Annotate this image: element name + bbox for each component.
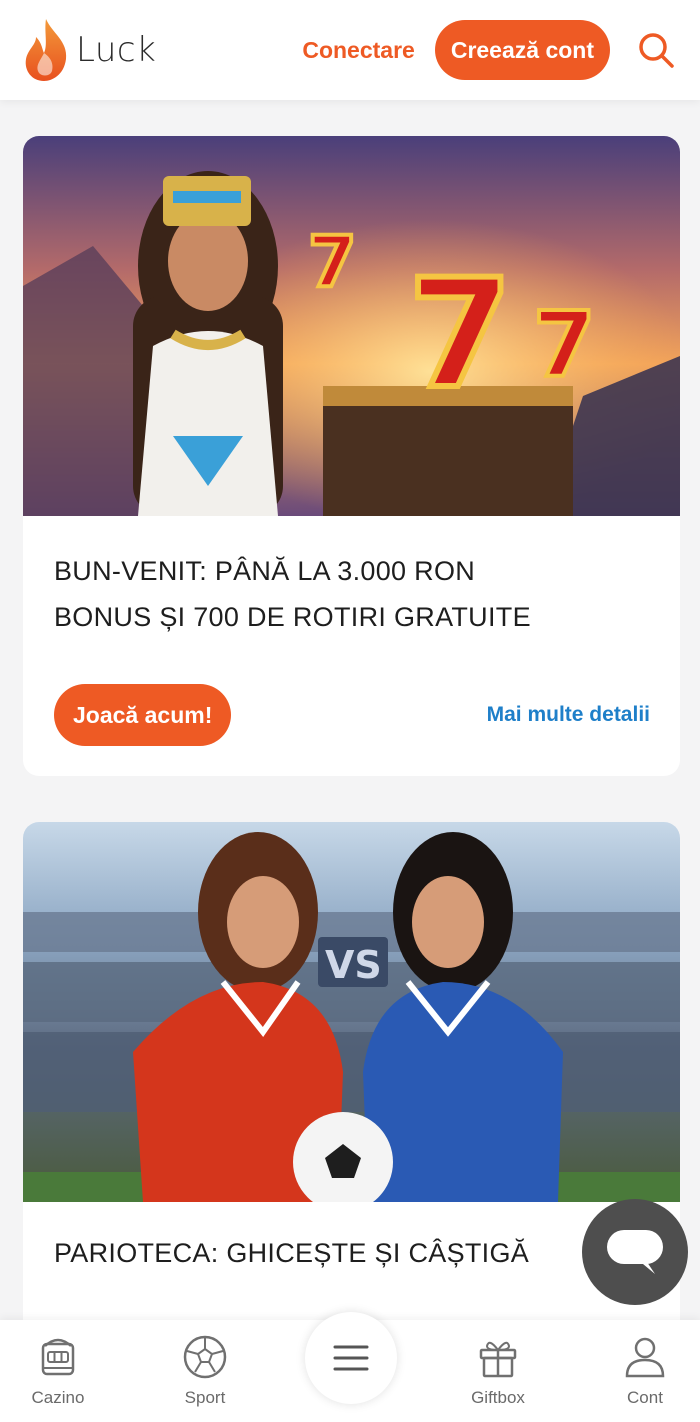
create-account-button[interactable]: Creează cont	[434, 20, 610, 80]
parioteca-card: VS PARIOTECA: GHICEȘTE ȘI CÂȘTIGĂ	[23, 822, 680, 1342]
gift-icon	[479, 1341, 517, 1378]
slot-machine-icon	[41, 1338, 75, 1376]
site-logo[interactable]: Luck	[22, 17, 156, 83]
hamburger-menu-icon	[333, 1345, 369, 1371]
egyptian-queen-slots-banner[interactable]: 7 7 7	[23, 136, 680, 516]
play-now-button[interactable]: Joacă acum!	[54, 684, 232, 746]
svg-text:7: 7	[308, 221, 357, 303]
svg-text:7: 7	[408, 248, 512, 422]
nav-label: Sport	[184, 1388, 226, 1407]
svg-text:7: 7	[533, 293, 596, 398]
nav-item-sport[interactable]: Sport	[155, 1334, 255, 1408]
top-header: Luck Conectare Creează cont	[0, 0, 700, 100]
promo-title-line: BUN-VENIT: PÂNĂ LA 3.000 RON	[54, 556, 476, 586]
nav-item-giftbox[interactable]: Giftbox	[448, 1334, 548, 1408]
vs-text: VS	[325, 943, 382, 987]
football-vs-banner[interactable]: VS	[23, 822, 680, 1202]
bottom-navigation: Cazino Sport Giftbox Cont	[0, 1312, 700, 1422]
chat-bubble-icon	[607, 1230, 663, 1274]
banner-illustration: VS	[23, 822, 680, 1202]
main-menu-button[interactable]	[305, 1312, 397, 1404]
nav-label: Cont	[627, 1388, 663, 1407]
nav-label: Cazino	[31, 1388, 85, 1407]
live-chat-button[interactable]	[582, 1199, 688, 1305]
nav-item-account[interactable]: Cont	[595, 1334, 695, 1408]
queen-figure	[133, 171, 283, 516]
login-link[interactable]: Conectare	[302, 37, 414, 64]
flame-logo-icon	[25, 19, 67, 81]
promo-title-line: BONUS ȘI 700 DE ROTIRI GRATUITE	[54, 602, 531, 632]
logo-text: Luck	[76, 30, 157, 70]
promo-title-line: PARIOTECA: GHICEȘTE ȘI CÂȘTIGĂ	[54, 1238, 530, 1268]
soccer-ball-icon	[183, 1335, 227, 1379]
search-icon	[639, 33, 674, 68]
search-button[interactable]	[634, 28, 678, 72]
nav-label: Giftbox	[471, 1388, 525, 1407]
nav-item-casino[interactable]: Cazino	[8, 1334, 108, 1408]
user-icon	[625, 1337, 665, 1378]
more-details-link[interactable]: Mai multe detalii	[487, 703, 650, 727]
banner-illustration: 7 7 7	[23, 136, 680, 516]
welcome-bonus-card: 7 7 7 BUN-VENIT: PÂNĂ LA 3.000 RON BONUS…	[23, 136, 680, 776]
